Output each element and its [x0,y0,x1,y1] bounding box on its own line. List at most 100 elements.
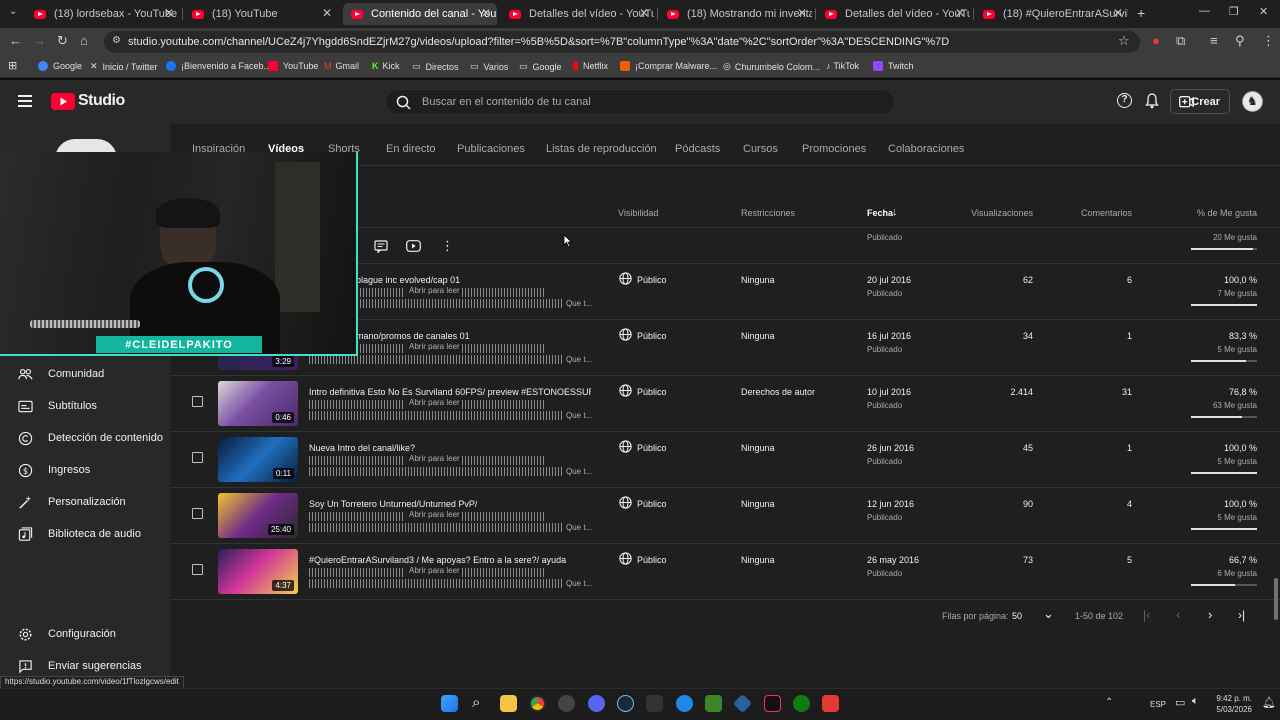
bookmark-folder-varios[interactable]: ▭ Varios [470,61,508,72]
youtube-play-icon[interactable] [406,240,421,252]
media-icon[interactable]: ≡ [1210,33,1218,48]
restore-icon[interactable]: ❐ [1229,5,1239,18]
next-page-icon[interactable]: › [1208,607,1212,622]
tab-promociones[interactable]: Promociones [802,143,866,155]
restrictions-value[interactable]: Ninguna [741,555,775,565]
obs-icon[interactable] [558,695,575,712]
browser-tab[interactable]: Detalles del vídeo - YouTube Studio✕ [501,3,655,25]
close-icon[interactable]: ✕ [322,6,332,20]
browser-tab[interactable]: (18) #QuieroEntrarASurviland3✕ [975,3,1129,25]
video-title[interactable]: Nueva Intro del canal/like? [309,443,415,453]
description-open-link[interactable]: Abrir para leer [409,286,460,295]
bookmark-kick[interactable]: K Kick [372,61,400,71]
bookmark-churumbelo[interactable]: ◎ Churumbelo Colom... [723,61,820,72]
tab-podcasts[interactable]: Pódcasts [675,143,720,155]
youtube-logo-icon[interactable] [51,93,75,110]
create-button[interactable]: Crear [1170,89,1230,114]
file-explorer-icon[interactable] [500,695,517,712]
bookmark-malware[interactable]: ¡Comprar Malware... [620,61,717,71]
bookmark-folder-directos[interactable]: ▭ Directos [412,61,459,72]
restrictions-value[interactable]: Ninguna [741,443,775,453]
more-options-icon[interactable]: ⋮ [441,238,454,254]
new-tab-icon[interactable]: + [1137,5,1145,21]
comments-value[interactable]: 1 [1032,331,1132,341]
row-checkbox[interactable] [192,564,203,575]
column-visibilidad[interactable]: Visibilidad [618,208,658,218]
window-close-icon[interactable]: ✕ [1259,5,1268,18]
video-thumbnail[interactable]: 4:37 [218,549,298,594]
row-checkbox[interactable] [192,508,203,519]
profile-icon[interactable]: ⚲ [1235,33,1245,49]
comments-value[interactable]: 31 [1032,387,1132,397]
bookmark-youtube[interactable]: YouTube [268,61,318,71]
sidebar-item-personalizacion[interactable]: Personalización [18,492,168,512]
minecraft-icon[interactable] [705,695,722,712]
volume-icon[interactable]: 🔈︎ [1192,695,1199,708]
scrollbar[interactable] [1274,578,1278,620]
sidebar-item-ingresos[interactable]: $ Ingresos [18,460,168,480]
video-title[interactable]: Soy Un Torretero Unturned/Unturned PvP/ [309,499,477,509]
video-thumbnail[interactable]: 0:46 [218,381,298,426]
browser-tab[interactable]: Detalles del vídeo - YouTube Studio✕ [817,3,971,25]
sidebar-item-subtitulos[interactable]: Subtítulos [18,396,168,416]
help-icon[interactable]: ? [1117,93,1132,108]
apps-grid-icon[interactable]: ⊞ [8,59,17,72]
visibility-value[interactable]: Público [637,331,667,341]
description-open-link[interactable]: Abrir para leer [409,342,460,351]
column-me-gusta[interactable]: % de Me gusta [1157,208,1257,218]
first-page-icon[interactable]: |‹ [1143,608,1150,622]
notifications-icon[interactable]: 🔔︎ [1262,696,1276,709]
taskbar-search-icon[interactable]: ⌕ [472,694,480,711]
chrome-menu-icon[interactable]: ⋮ [1262,33,1275,49]
comments-value[interactable]: 5 [1032,555,1132,565]
app-badge-icon[interactable] [822,695,839,712]
sidebar-item-enviar-sugerencias[interactable]: Enviar sugerencias [18,656,168,676]
description-open-link[interactable]: Abrir para leer [409,510,460,519]
bookmark-google[interactable]: Google [38,61,82,71]
chevron-down-icon[interactable]: ⌄ [1043,606,1054,622]
hamburger-menu-icon[interactable] [18,95,32,107]
channel-search-input[interactable]: Buscar en el contenido de tu canal [385,89,895,115]
visibility-value[interactable]: Público [637,499,667,509]
column-restricciones[interactable]: Restricciones [741,208,795,218]
forward-icon[interactable]: → [33,33,46,48]
address-bar[interactable]: ⚙ studio.youtube.com/channel/UCeZ4j7Yhgd… [104,31,1140,53]
column-comentarios[interactable]: Comentarios [1032,208,1132,218]
description-open-link[interactable]: Abrir para leer [409,566,460,575]
sidebar-item-biblioteca-audio[interactable]: Biblioteca de audio [18,524,168,544]
browser-tab-active[interactable]: Contenido del canal - YouTube Studio✕ [343,3,497,25]
bookmark-star-icon[interactable]: ☆ [1118,33,1130,49]
extension-icon[interactable]: ● [1152,33,1160,48]
tab-search-icon[interactable]: ⌄ [9,6,17,17]
close-icon[interactable]: ✕ [639,6,649,20]
sidebar-item-configuracion[interactable]: Configuración [18,624,168,644]
column-visualizaciones[interactable]: Visualizaciones [933,208,1033,218]
video-thumbnail[interactable]: 0:11 [218,437,298,482]
sidebar-item-comunidad[interactable]: Comunidad [18,364,168,384]
taskbar-clock[interactable]: 9:42 p. m. 5/03/2026 [1210,693,1252,715]
comments-value[interactable]: 4 [1032,499,1132,509]
tab-publicaciones[interactable]: Publicaciones [457,143,525,155]
tab-cursos[interactable]: Cursos [743,143,778,155]
restrictions-value[interactable]: Ninguna [741,275,775,285]
video-thumbnail[interactable]: 25:40 [218,493,298,538]
bookmark-twitch[interactable]: Twitch [873,61,914,71]
app-blue-icon[interactable] [676,695,693,712]
column-fecha[interactable]: Fecha [867,208,893,218]
video-title[interactable]: #QuieroEntrarASurviland3 / Me apoyas? En… [309,555,566,565]
browser-tab[interactable]: (18) lordsebax - YouTube ✕ [26,3,180,25]
row-checkbox[interactable] [192,452,203,463]
epic-games-icon[interactable] [646,695,663,712]
puzzle-extensions-icon[interactable]: ⧉ [1176,33,1185,49]
tray-chevron-icon[interactable]: ⌃ [1105,697,1113,708]
visibility-value[interactable]: Público [637,443,667,453]
bookmark-gmail[interactable]: M Gmail [324,61,359,71]
chrome-icon[interactable] [529,695,546,712]
reload-icon[interactable]: ↻ [57,33,68,49]
bookmark-twitter[interactable]: ✕ Inicio / Twitter [90,61,157,72]
tab-colaboraciones[interactable]: Colaboraciones [888,143,964,155]
keyboard-language[interactable]: ESP [1150,700,1166,709]
close-icon[interactable]: ✕ [481,6,491,20]
close-icon[interactable]: ✕ [164,6,174,20]
sort-descending-icon[interactable]: ↓ [892,206,898,218]
